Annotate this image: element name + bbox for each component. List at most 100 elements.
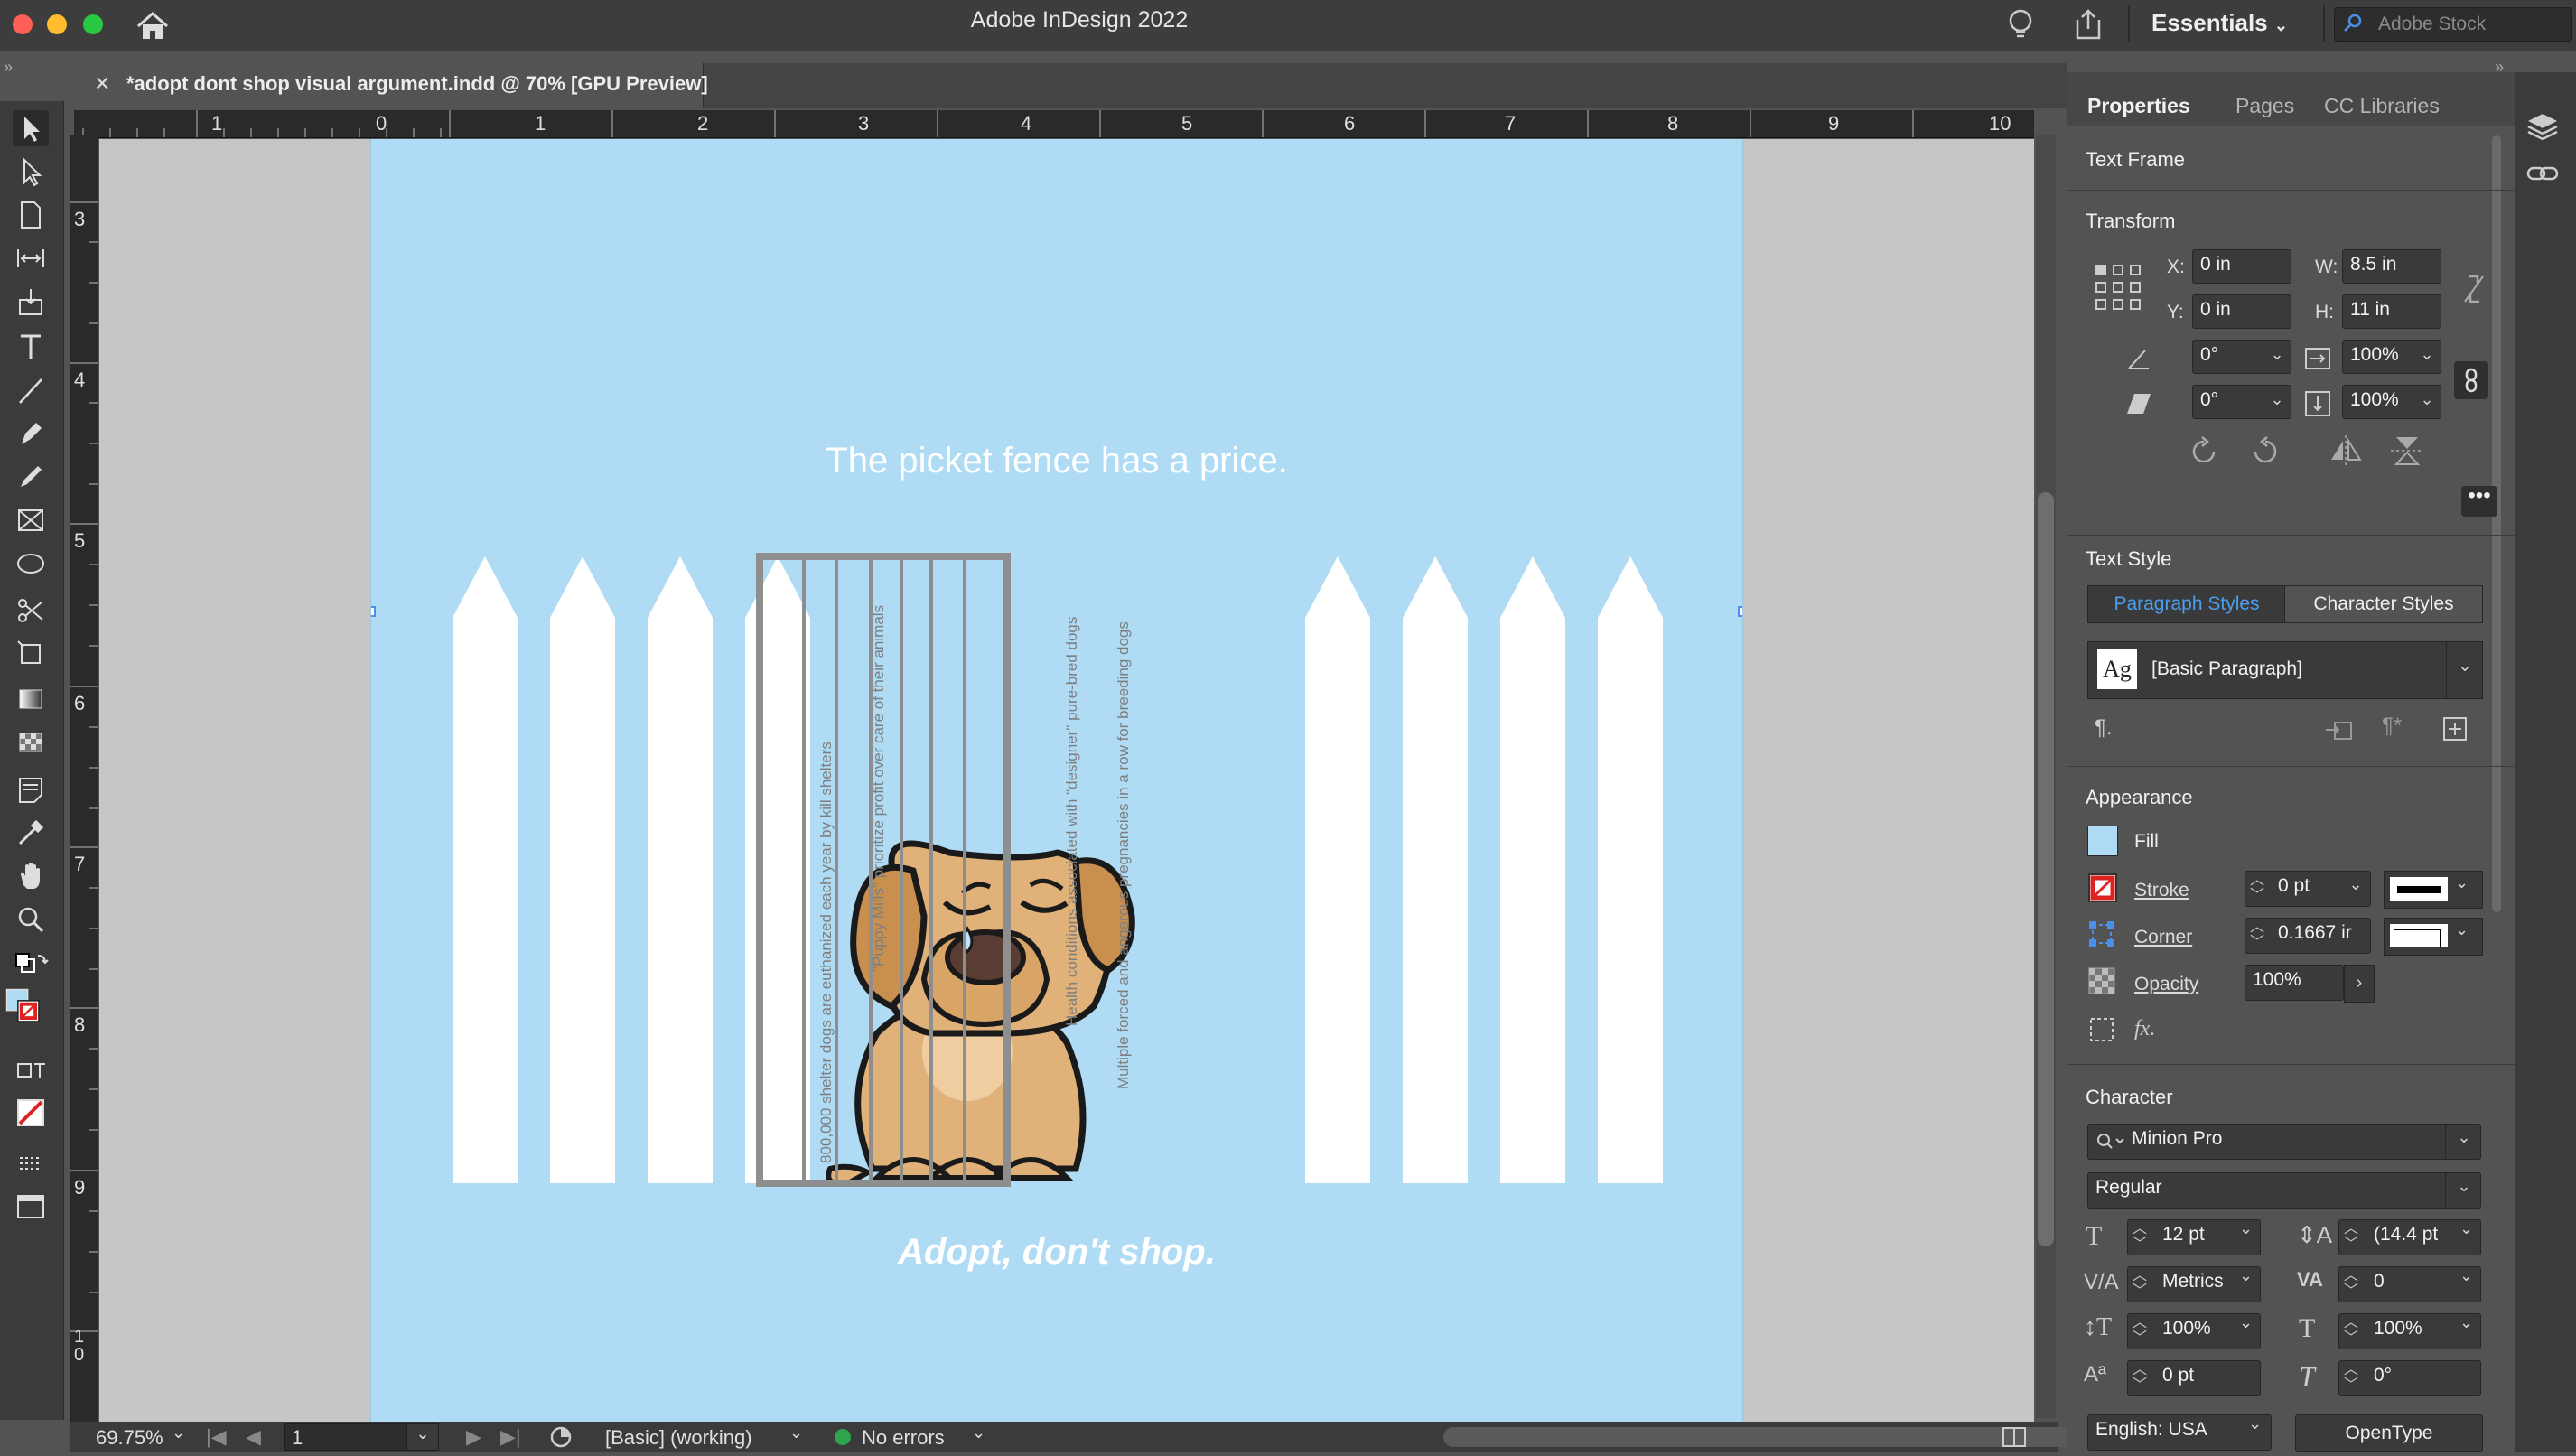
- stepper-icon[interactable]: ︿ ﹀: [2133, 1362, 2147, 1393]
- language-dropdown[interactable]: English: USA: [2087, 1414, 2272, 1451]
- first-page-icon[interactable]: |◀: [206, 1425, 227, 1449]
- cage-bar-text[interactable]: Multiple forced and angerous pregnancies…: [1115, 529, 1134, 1089]
- pasteboard[interactable]: The picket fence has a price. Adopt, don…: [99, 139, 2034, 1422]
- pilcrow-icon[interactable]: ¶.: [2095, 715, 2113, 741]
- collapse-toolbar-icon[interactable]: »: [4, 58, 13, 77]
- hand-tool-icon[interactable]: [13, 858, 49, 894]
- stroke-type-dropdown[interactable]: ⌄: [2384, 871, 2483, 909]
- opacity-field[interactable]: 100%: [2245, 965, 2344, 1001]
- chevron-down-icon[interactable]: ⌄: [2340, 871, 2371, 907]
- flip-horizontal-icon[interactable]: [2328, 434, 2364, 472]
- apply-none-icon[interactable]: [13, 1095, 49, 1131]
- free-transform-tool-icon[interactable]: [13, 636, 49, 672]
- screen-mode-icon[interactable]: [13, 1189, 49, 1225]
- text-frame-options-icon[interactable]: [2087, 1015, 2116, 1049]
- open-page-icon[interactable]: [547, 1423, 574, 1456]
- share-icon[interactable]: [2072, 7, 2105, 46]
- chevron-down-icon[interactable]: ⌄: [2413, 340, 2441, 374]
- page-tool-icon[interactable]: [13, 197, 49, 233]
- gap-tool-icon[interactable]: [13, 240, 49, 276]
- height-field[interactable]: 11 in: [2342, 294, 2441, 329]
- rotate-clockwise-icon[interactable]: [2187, 434, 2221, 472]
- tab-properties[interactable]: Properties: [2087, 94, 2190, 118]
- chevron-down-icon[interactable]: ⌄: [406, 1423, 439, 1451]
- screen-mode-preview-icon[interactable]: [13, 1149, 49, 1185]
- formatting-container-icon[interactable]: [13, 1053, 49, 1089]
- chevron-down-icon[interactable]: ⌄: [2239, 1219, 2253, 1238]
- stepper-icon[interactable]: ︿ ﹀: [2344, 1221, 2358, 1252]
- zoom-tool-icon[interactable]: [13, 901, 49, 938]
- chevron-down-icon[interactable]: ⌄: [2445, 1124, 2482, 1160]
- constrain-proportions-icon[interactable]: [2461, 273, 2487, 310]
- y-position-field[interactable]: 0 in: [2192, 294, 2291, 329]
- x-position-field[interactable]: 0 in: [2192, 249, 2291, 284]
- cage-bar-text[interactable]: Health conditions associated with "desig…: [1063, 520, 1083, 1026]
- chevron-down-icon[interactable]: ⌄: [2459, 1266, 2473, 1285]
- fill-stroke-swatch[interactable]: [5, 988, 52, 1035]
- effects-fx-icon[interactable]: fx.: [2134, 1017, 2155, 1041]
- cage-bar-text[interactable]: 800,000 shelter dogs are euthanized each…: [817, 658, 837, 1163]
- reference-point-icon[interactable]: [2095, 264, 2142, 315]
- chevron-down-icon[interactable]: ⌄: [2445, 1172, 2482, 1209]
- chevron-down-icon[interactable]: ⌄: [2239, 1266, 2253, 1285]
- more-options-icon[interactable]: •••: [2461, 485, 2497, 517]
- layers-icon[interactable]: [2525, 108, 2561, 149]
- stepper-icon[interactable]: ︿ ﹀: [2250, 873, 2264, 903]
- corner-shape-dropdown[interactable]: ⌄: [2384, 918, 2483, 956]
- note-tool-icon[interactable]: [13, 771, 49, 807]
- new-style-icon[interactable]: [2441, 715, 2469, 747]
- previous-page-icon[interactable]: ◀: [246, 1425, 261, 1449]
- default-fill-stroke-icon[interactable]: [13, 950, 49, 986]
- type-tool-icon[interactable]: [13, 329, 49, 365]
- flip-vertical-icon[interactable]: [2389, 434, 2425, 472]
- chevron-down-icon[interactable]: ⌄: [2263, 340, 2291, 374]
- width-field[interactable]: 8.5 in: [2342, 249, 2441, 284]
- chevron-down-icon[interactable]: ⌄: [2413, 385, 2441, 419]
- pencil-tool-icon[interactable]: [13, 459, 49, 495]
- document-tab[interactable]: ✕ *adopt dont shop visual argument.indd …: [70, 63, 708, 108]
- stepper-icon[interactable]: ︿ ﹀: [2250, 919, 2264, 950]
- scissors-tool-icon[interactable]: [13, 593, 49, 629]
- stepper-icon[interactable]: ︿ ﹀: [2133, 1221, 2147, 1252]
- skew-field[interactable]: 0°: [2338, 1360, 2481, 1396]
- preflight-status[interactable]: No errors: [862, 1426, 945, 1450]
- adobe-stock-search[interactable]: Adobe Stock: [2334, 7, 2572, 42]
- baseline-shift-field[interactable]: 0 pt: [2127, 1360, 2261, 1396]
- opentype-button[interactable]: OpenType: [2295, 1414, 2483, 1452]
- content-collector-icon[interactable]: [13, 284, 49, 320]
- poster-headline[interactable]: The picket fence has a price.: [371, 441, 1742, 481]
- chevron-right-icon[interactable]: ›: [2344, 965, 2375, 1003]
- chevron-down-icon[interactable]: ⌄: [972, 1423, 985, 1442]
- corner-options-icon[interactable]: [2087, 919, 2116, 953]
- vertical-ruler[interactable]: 3 4 5 6 7 8 9 10: [70, 135, 98, 1423]
- tab-pages[interactable]: Pages: [2235, 94, 2294, 118]
- zoom-level[interactable]: 69.75%: [96, 1426, 163, 1450]
- chevron-down-icon[interactable]: ⌄: [172, 1423, 185, 1442]
- chevron-down-icon[interactable]: ⌄: [2459, 1219, 2473, 1238]
- create-style-from-selection-icon[interactable]: [2324, 715, 2355, 747]
- ellipse-tool-icon[interactable]: [13, 546, 49, 582]
- stroke-label[interactable]: Stroke: [2134, 880, 2189, 901]
- stroke-swatch[interactable]: [2087, 873, 2118, 908]
- links-icon[interactable]: [2525, 161, 2561, 192]
- style-status[interactable]: [Basic] (working): [605, 1426, 752, 1450]
- horizontal-scroll-thumb[interactable]: [1443, 1427, 2085, 1447]
- stepper-icon[interactable]: ︿ ﹀: [2133, 1315, 2147, 1346]
- cage-bar-text[interactable]: "Puppy Mills" prioritize profit over car…: [870, 502, 890, 972]
- chevron-down-icon[interactable]: ⌄: [789, 1423, 803, 1442]
- rotate-counterclockwise-icon[interactable]: [2248, 434, 2282, 472]
- chevron-down-icon[interactable]: ⌄: [2459, 1313, 2473, 1332]
- horizontal-ruler[interactable]: 1 0 1 2 3 4 5 6 7 8 9 10: [74, 110, 2034, 138]
- chevron-down-icon[interactable]: ⌄: [2239, 1313, 2253, 1332]
- clear-overrides-icon[interactable]: ¶*: [2382, 714, 2402, 739]
- split-window-icon[interactable]: [2002, 1425, 2027, 1454]
- font-style-dropdown[interactable]: Regular: [2087, 1172, 2481, 1209]
- selection-tool-icon[interactable]: [13, 110, 49, 146]
- corner-label[interactable]: Corner: [2134, 927, 2192, 948]
- rectangle-frame-tool-icon[interactable]: [13, 502, 49, 538]
- line-tool-icon[interactable]: [13, 372, 49, 408]
- stepper-icon[interactable]: ︿ ﹀: [2344, 1362, 2358, 1393]
- stepper-icon[interactable]: ︿ ﹀: [2344, 1268, 2358, 1299]
- fill-swatch[interactable]: [2087, 826, 2118, 856]
- chevron-down-icon[interactable]: ⌄: [2263, 385, 2291, 419]
